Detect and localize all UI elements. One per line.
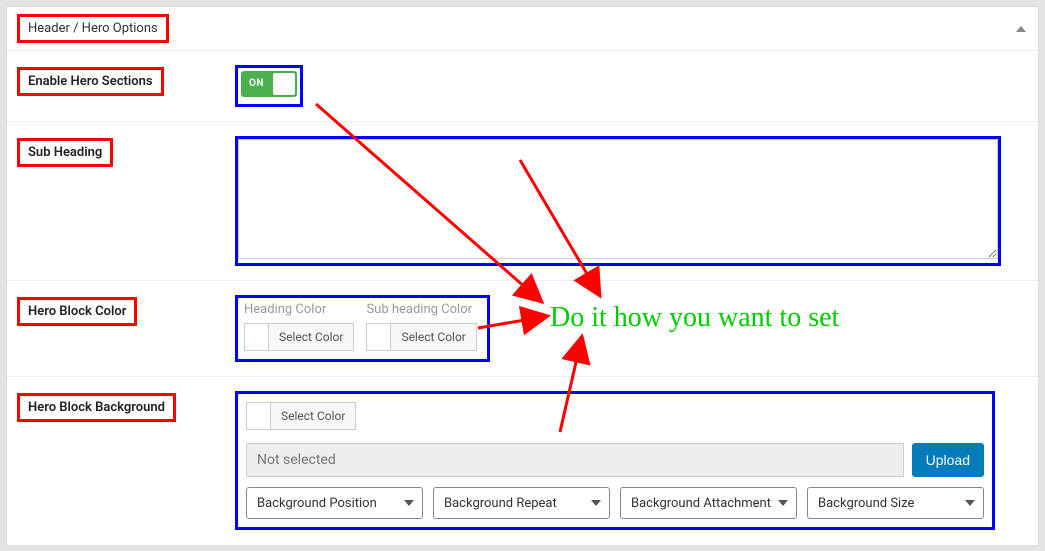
color-swatch-icon — [247, 403, 271, 429]
color-pickers-highlight: Heading Color Select Color Sub heading C… — [235, 295, 490, 362]
hero-block-color-label: Hero Block Color — [17, 297, 137, 326]
upload-button[interactable]: Upload — [912, 443, 984, 477]
toggle-knob — [273, 73, 295, 95]
heading-color-cell: Heading Color Select Color — [244, 302, 354, 351]
background-attachment-select[interactable]: Background Attachment — [620, 487, 797, 519]
not-selected-text: Not selected — [257, 452, 336, 468]
select-color-text: Select Color — [391, 330, 475, 344]
enable-hero-label: Enable Hero Sections — [17, 67, 164, 96]
sub-heading-textarea[interactable] — [238, 139, 998, 259]
row-label: Hero Block Color — [17, 295, 235, 362]
row-hero-block-color: Hero Block Color Heading Color Select Co… — [7, 281, 1038, 377]
background-position-select[interactable]: Background Position — [246, 487, 423, 519]
row-label: Enable Hero Sections — [17, 65, 235, 107]
background-color-button[interactable]: Select Color — [246, 402, 356, 430]
hero-block-background-label: Hero Block Background — [17, 393, 176, 422]
chevron-down-icon — [404, 500, 414, 506]
toggle-highlight: ON — [235, 65, 303, 107]
row-body: Select Color Not selected Upload Backgro… — [235, 391, 1026, 530]
toggle-on-label: ON — [249, 78, 264, 89]
background-size-select[interactable]: Background Size — [807, 487, 984, 519]
subheading-color-sublabel: Sub heading Color — [366, 302, 476, 317]
collapse-caret-icon[interactable] — [1016, 26, 1026, 32]
options-panel: Header / Hero Options Enable Hero Sectio… — [6, 6, 1039, 546]
row-body: Heading Color Select Color Sub heading C… — [235, 295, 1026, 362]
background-image-field: Not selected — [246, 443, 904, 477]
color-swatch-icon — [367, 324, 391, 350]
row-label: Sub Heading — [17, 136, 235, 266]
row-hero-block-background: Hero Block Background Select Color Not s… — [7, 377, 1038, 544]
row-enable-hero: Enable Hero Sections ON — [7, 51, 1038, 122]
row-body: ON — [235, 65, 1026, 107]
background-group-highlight: Select Color Not selected Upload Backgro… — [235, 391, 995, 530]
panel-title: Header / Hero Options — [17, 14, 169, 43]
select-label: Background Size — [818, 496, 914, 511]
select-label: Background Position — [257, 496, 377, 511]
chevron-down-icon — [591, 500, 601, 506]
subheading-color-button[interactable]: Select Color — [366, 323, 476, 351]
select-label: Background Attachment — [631, 496, 771, 511]
select-color-text: Select Color — [271, 409, 355, 423]
chevron-down-icon — [778, 500, 788, 506]
background-repeat-select[interactable]: Background Repeat — [433, 487, 610, 519]
row-label: Hero Block Background — [17, 391, 235, 530]
textarea-highlight — [235, 136, 1001, 266]
heading-color-sublabel: Heading Color — [244, 302, 354, 317]
color-swatch-icon — [245, 324, 269, 350]
subheading-color-cell: Sub heading Color Select Color — [366, 302, 476, 351]
select-color-text: Select Color — [269, 330, 353, 344]
select-label: Background Repeat — [444, 496, 557, 511]
chevron-down-icon — [965, 500, 975, 506]
panel-header[interactable]: Header / Hero Options — [7, 7, 1038, 51]
sub-heading-label: Sub Heading — [17, 138, 113, 167]
enable-hero-toggle[interactable]: ON — [241, 71, 297, 97]
heading-color-button[interactable]: Select Color — [244, 323, 354, 351]
row-body — [235, 136, 1026, 266]
row-sub-heading: Sub Heading — [7, 122, 1038, 281]
